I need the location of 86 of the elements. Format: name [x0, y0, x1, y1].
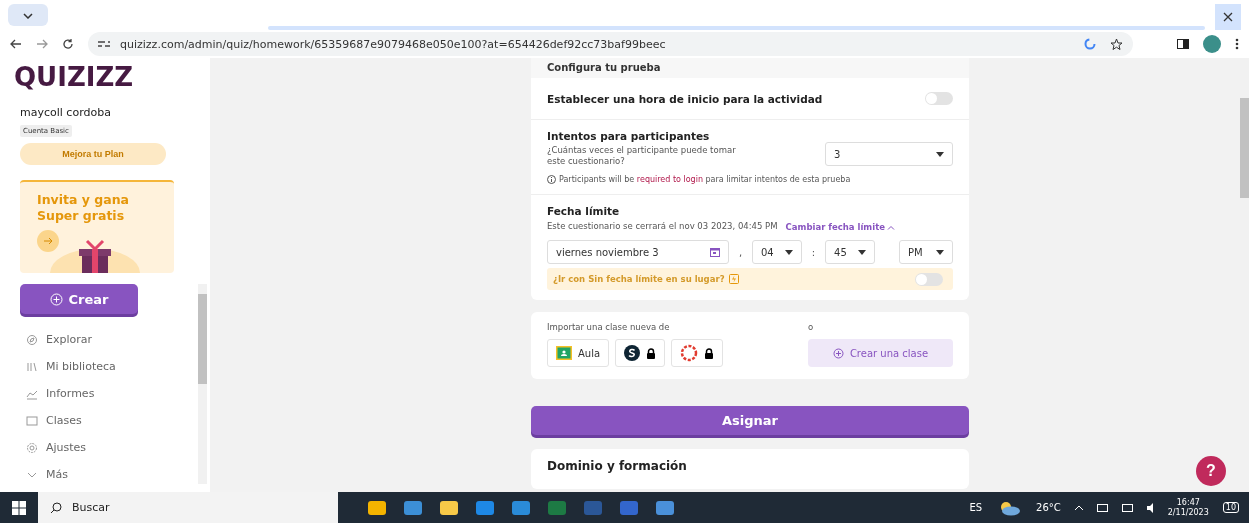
taskbar-search[interactable]: Buscar: [38, 492, 338, 523]
nav-item[interactable]: Explorar: [26, 326, 210, 353]
info-icon: [547, 175, 556, 184]
address-bar[interactable]: quizizz.com/admin/quiz/homework/65359687e9079468e050e100?at=654426def92cc73baf99beec: [88, 32, 1133, 56]
profile-avatar[interactable]: [1203, 35, 1221, 53]
help-button[interactable]: ?: [1196, 456, 1226, 486]
bolt-icon: [728, 274, 739, 284]
windows-start-icon[interactable]: [12, 500, 26, 515]
change-deadline-link[interactable]: Cambiar fecha límite: [785, 221, 895, 232]
clock: 16:47 2/11/2023: [1167, 497, 1209, 518]
nav-item[interactable]: Clases: [26, 407, 210, 434]
classroom-icon: [556, 346, 572, 360]
nav-item[interactable]: Más: [26, 461, 210, 488]
toggle-switch[interactable]: [915, 272, 943, 286]
taskbar-app-icon[interactable]: [656, 500, 674, 515]
chevron-down-icon: [23, 13, 33, 19]
nav-item[interactable]: Mi biblioteca: [26, 353, 210, 380]
hour-select[interactable]: 04: [751, 240, 802, 264]
taskbar-app-icon[interactable]: [404, 500, 422, 515]
separator: ,: [738, 246, 743, 258]
canvas-icon: [680, 344, 699, 362]
import-provider-button[interactable]: [671, 339, 724, 367]
login-note: Participants will be required to login para limitar intentos de esta prueba: [559, 175, 851, 184]
no-deadline-label: ¿Ir con Sin fecha límite en su lugar?: [553, 274, 725, 284]
plus-circle-icon: [832, 347, 844, 359]
taskbar-app-icon[interactable]: [512, 500, 530, 515]
bookmark-star-icon[interactable]: [1110, 37, 1123, 51]
menu-icon[interactable]: [1235, 38, 1239, 50]
board-icon: [26, 414, 38, 427]
toggle-switch[interactable]: [925, 92, 953, 105]
create-class-button[interactable]: Crear una clase: [808, 339, 953, 367]
attempts-select[interactable]: 3: [825, 142, 953, 166]
section-title: Intentos para participantes: [547, 130, 711, 142]
caret-icon: [935, 249, 944, 255]
taskbar-app-icon[interactable]: [368, 500, 386, 515]
plus-circle-icon: [49, 292, 63, 306]
library-icon: [26, 360, 38, 373]
import-provider-button[interactable]: [615, 339, 666, 367]
side-panel-icon[interactable]: [1177, 39, 1189, 49]
compass-icon: [26, 333, 38, 346]
reload-button[interactable]: [62, 38, 74, 50]
caret-icon: [936, 151, 944, 157]
caret-icon: [858, 249, 867, 255]
nav-item[interactable]: Informes: [26, 380, 210, 407]
nav-item[interactable]: Ajustes: [26, 434, 210, 461]
caret-icon: [784, 249, 793, 255]
settings-icon: [26, 441, 38, 454]
calendar-icon: [710, 247, 720, 257]
period-select[interactable]: PM: [898, 240, 953, 264]
create-button[interactable]: Crear: [20, 284, 138, 314]
setting-label: Establecer una hora de inicio para la actividad: [547, 92, 823, 105]
arrow-right-icon: [43, 236, 53, 245]
chevron-up-icon[interactable]: [1074, 504, 1083, 511]
taskbar-app-icon[interactable]: [476, 500, 494, 515]
separator: :: [811, 246, 816, 258]
assign-button[interactable]: Asignar: [531, 406, 969, 435]
deadline-summary: Este cuestionario se cerrará el nov 03 2023, 04:45 PM: [547, 221, 778, 232]
forward-button[interactable]: [36, 39, 48, 49]
minute-select[interactable]: 45: [825, 240, 876, 264]
notifications-badge[interactable]: 10: [1222, 502, 1239, 513]
chevron-up-icon: [886, 224, 895, 230]
date-field[interactable]: viernes noviembre 3: [547, 240, 729, 264]
card-title: Configura tu prueba: [547, 62, 661, 74]
card-title: Dominio y formación: [547, 459, 688, 473]
tab-search-button[interactable]: [8, 4, 48, 26]
close-icon: [1223, 12, 1233, 22]
taskbar-app-icon[interactable]: [440, 500, 458, 515]
section-title: Fecha límite: [547, 205, 621, 217]
schoology-icon: [624, 345, 641, 361]
back-button[interactable]: [10, 39, 22, 49]
import-provider-button[interactable]: Aula: [547, 339, 610, 367]
logo: QUIZIZZ: [14, 62, 135, 92]
close-button[interactable]: [1215, 4, 1241, 30]
language-indicator[interactable]: ES: [969, 502, 983, 513]
import-label: Importar una clase nueva de: [547, 322, 671, 333]
url-text: quizizz.com/admin/quiz/homework/65359687e9079468e050e100?at=654426def92cc73baf99beec: [120, 37, 666, 51]
user-name: maycoll cordoba: [20, 106, 112, 119]
scrollbar-thumb[interactable]: [1240, 98, 1249, 198]
site-settings-icon: [98, 39, 110, 49]
volume-icon[interactable]: [1146, 502, 1154, 513]
search-icon: [50, 501, 62, 514]
or-label: o: [808, 322, 815, 333]
temperature: 26°C: [1036, 502, 1061, 513]
section-description: ¿Cuántas veces el participante puede tomar este cuestionario?: [547, 145, 737, 167]
scrollbar-thumb[interactable]: [198, 294, 207, 384]
promo-title: Invita y gana Super gratis: [37, 192, 130, 224]
